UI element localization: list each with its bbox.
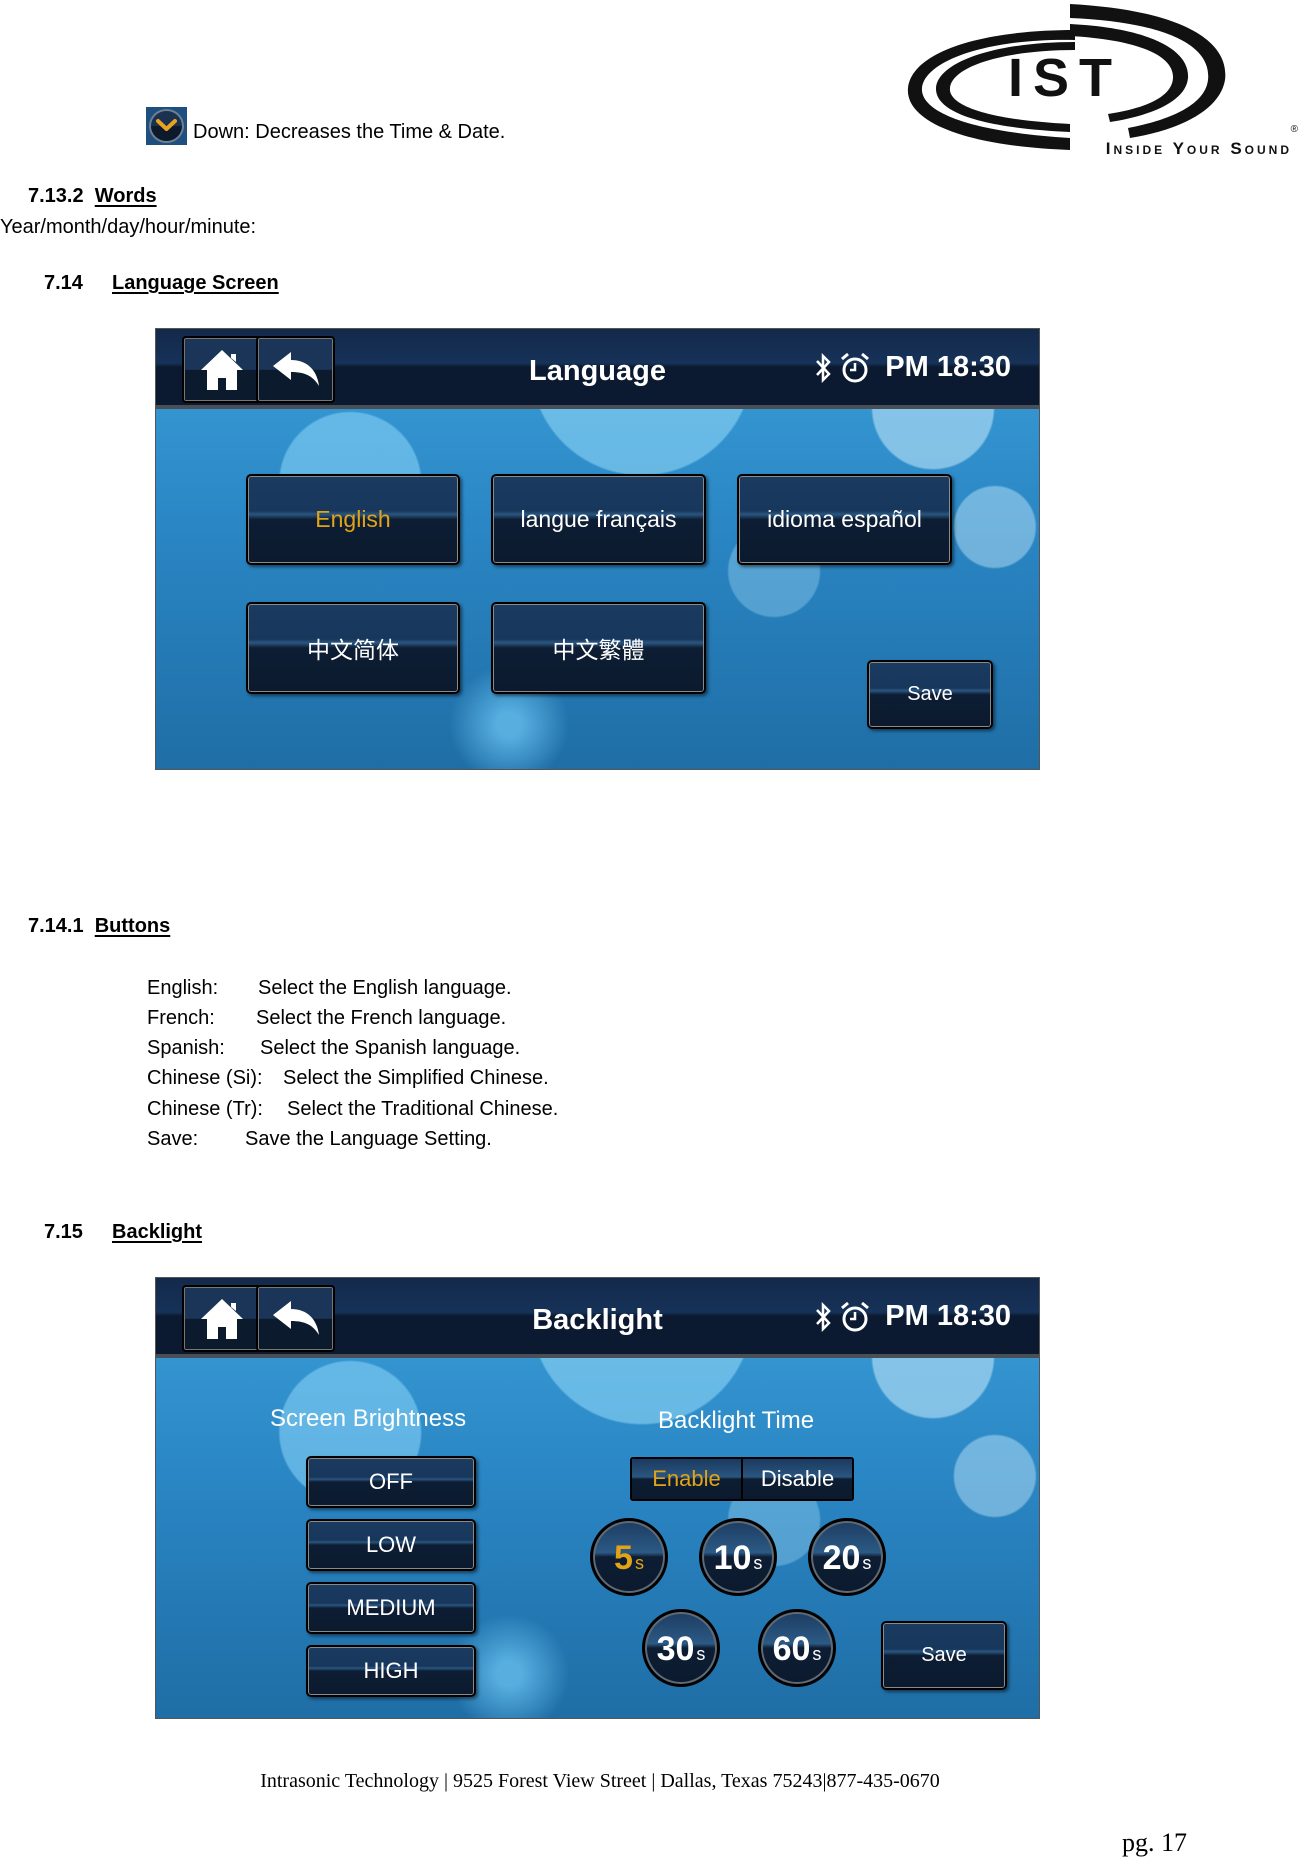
logo-tagline: Inside Your Sound xyxy=(1106,139,1292,158)
page-number: pg. 17 xyxy=(1122,1828,1187,1857)
backlight-time-label: Backlight Time xyxy=(658,1407,815,1434)
button-desc-text: Select the English language. xyxy=(258,977,512,999)
down-chevron-icon xyxy=(146,107,187,145)
timeout-60s-button[interactable]: 60 s xyxy=(758,1609,836,1687)
timeout-value: 20 xyxy=(822,1539,861,1577)
down-description: Down: Decreases the Time & Date. xyxy=(193,121,506,143)
button-desc-name: Chinese (Tr): xyxy=(147,1098,263,1120)
clock-time: PM 18:30 xyxy=(885,1300,1011,1332)
section-7-15-title: Backlight xyxy=(112,1221,203,1243)
timeout-unit: s xyxy=(812,1644,822,1664)
english-button[interactable]: English xyxy=(246,474,460,565)
timeout-value: 30 xyxy=(656,1630,695,1668)
button-desc-text: Select the French language. xyxy=(256,1007,507,1029)
logo-letters: IST xyxy=(1008,48,1122,108)
language-screen: Language PM 18:30 English langue françai… xyxy=(155,328,1040,770)
footer-address: Intrasonic Technology | 9525 Forest View… xyxy=(260,1770,940,1792)
timeout-value: 60 xyxy=(772,1630,811,1668)
timeout-unit: s xyxy=(634,1553,644,1573)
save-button[interactable]: Save xyxy=(867,660,993,729)
section-number: 7.13.2 xyxy=(28,185,84,207)
alarm-clock-icon xyxy=(841,352,870,382)
timeout-unit: s xyxy=(862,1553,872,1573)
disable-button[interactable]: Disable xyxy=(741,1459,852,1499)
spanish-button[interactable]: idioma español xyxy=(737,474,952,565)
section-title: Words xyxy=(94,185,157,207)
bluetooth-icon xyxy=(816,1301,831,1332)
brightness-high-button[interactable]: HIGH xyxy=(306,1645,476,1697)
button-desc-name: Spanish: xyxy=(147,1037,225,1059)
timeout-value: 10 xyxy=(713,1539,752,1577)
status-area: PM 18:30 xyxy=(815,1300,1011,1333)
section-title: Buttons xyxy=(94,915,171,937)
status-area: PM 18:30 xyxy=(815,351,1011,384)
bluetooth-icon xyxy=(816,352,831,383)
timeout-10s-button[interactable]: 10 s xyxy=(699,1518,777,1596)
button-desc-text: Select the Simplified Chinese. xyxy=(283,1067,549,1089)
section-7-14-1-heading: 7.14.1 Buttons xyxy=(28,916,170,936)
timeout-unit: s xyxy=(696,1644,706,1664)
button-desc-name: Chinese (Si): xyxy=(147,1067,263,1089)
section-number: 7.14.1 xyxy=(28,915,84,937)
brightness-low-button[interactable]: LOW xyxy=(306,1519,476,1571)
timeout-unit: s xyxy=(753,1553,763,1573)
button-desc-name: French: xyxy=(147,1007,215,1029)
backlight-toggle: Enable Disable xyxy=(630,1457,854,1501)
screen-brightness-label: Screen Brightness xyxy=(270,1405,467,1432)
ist-logo: IST Inside Your Sound ® xyxy=(900,0,1300,160)
simplified-chinese-button[interactable]: 中文简体 xyxy=(246,602,460,694)
clock-time: PM 18:30 xyxy=(885,351,1011,383)
brightness-off-button[interactable]: OFF xyxy=(306,1456,476,1508)
button-desc-text: Save the Language Setting. xyxy=(245,1128,492,1150)
timeout-5s-button[interactable]: 5s xyxy=(590,1518,668,1596)
registered-mark: ® xyxy=(1291,124,1299,135)
timeout-30s-button[interactable]: 30 s xyxy=(642,1609,720,1687)
section-7-14-title: Language Screen xyxy=(112,272,279,294)
timeout-value: 5 xyxy=(614,1539,633,1577)
words-body: Year/month/day/hour/minute: xyxy=(0,216,257,238)
alarm-clock-icon xyxy=(841,1301,870,1331)
top-bar: Backlight PM 18:30 xyxy=(156,1278,1039,1358)
backlight-screen: Backlight PM 18:30 Screen Brightness OFF… xyxy=(155,1277,1040,1719)
button-desc-text: Select the Traditional Chinese. xyxy=(287,1098,559,1120)
enable-button[interactable]: Enable xyxy=(632,1459,741,1499)
timeout-20s-button[interactable]: 20 s xyxy=(808,1518,886,1596)
traditional-chinese-button[interactable]: 中文繁體 xyxy=(491,602,706,694)
brightness-medium-button[interactable]: MEDIUM xyxy=(306,1582,476,1634)
top-bar: Language PM 18:30 xyxy=(156,329,1039,409)
french-button[interactable]: langue français xyxy=(491,474,706,565)
button-desc-name: Save: xyxy=(147,1128,199,1150)
button-desc-name: English: xyxy=(147,977,219,999)
save-button[interactable]: Save xyxy=(881,1621,1007,1690)
section-7-13-2-heading: 7.13.2 Words xyxy=(28,186,157,206)
section-7-15-number: 7.15 xyxy=(44,1221,83,1243)
button-desc-text: Select the Spanish language. xyxy=(260,1037,521,1059)
section-7-14-number: 7.14 xyxy=(44,272,83,294)
